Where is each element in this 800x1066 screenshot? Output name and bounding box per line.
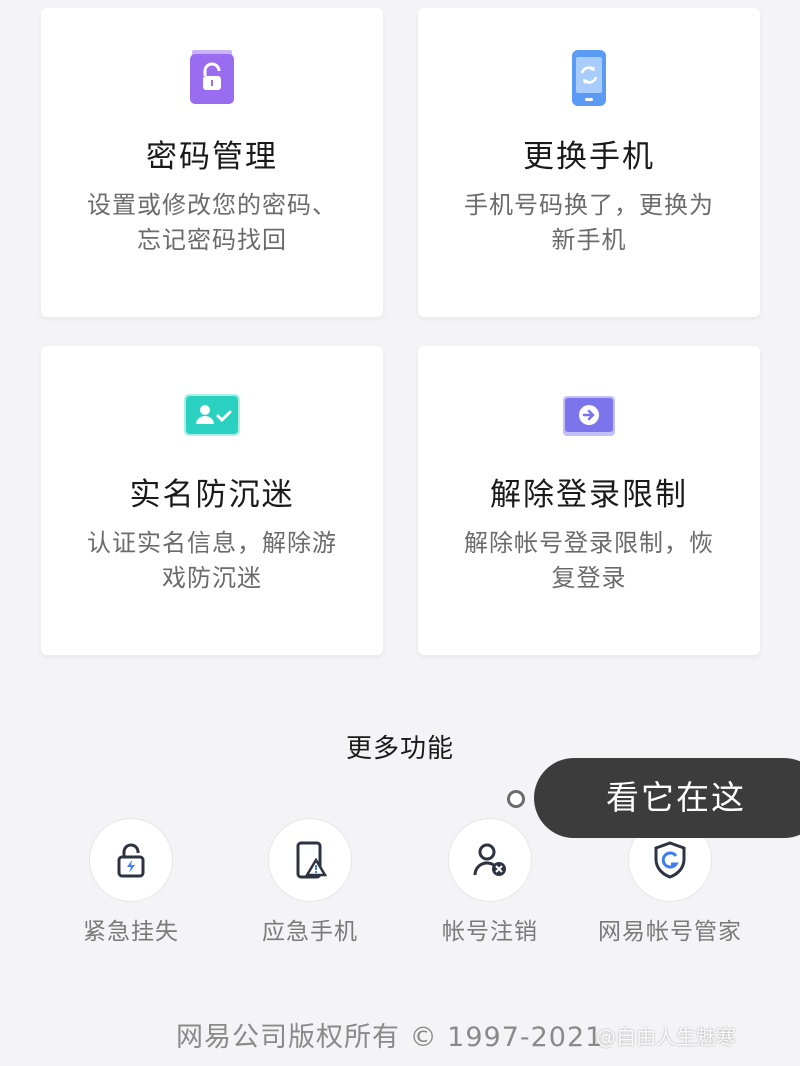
card-password-management[interactable]: 密码管理 设置或修改您的密码、 忘记密码找回 [41,8,383,317]
card-desc-line: 设置或修改您的密码、 [87,191,337,219]
feature-emergency-lost[interactable]: 紧急挂失 [41,818,221,946]
arrow-circle-icon [559,386,619,446]
lock-bolt-icon [117,843,145,878]
card-title: 密码管理 [146,139,278,175]
phone-warning-icon [296,841,328,879]
card-desc-line: 解除帐号登录限制，恢 [464,529,714,557]
card-title: 更换手机 [523,139,655,175]
watermark: @自由人生魅寒 [596,1025,736,1049]
tooltip-bubble: 看它在这 [534,758,800,838]
card-change-phone[interactable]: 更换手机 手机号码换了，更换为 新手机 [418,8,760,317]
shield-g-icon [654,841,686,879]
card-unlock-login-restriction[interactable]: 解除登录限制 解除帐号登录限制，恢 复登录 [418,346,760,655]
phone-refresh-icon [559,48,619,108]
lock-clipboard-icon [182,48,242,108]
feature-label: 应急手机 [262,919,358,945]
card-description: 解除帐号登录限制，恢 复登录 [444,526,734,596]
card-title: 实名防沉迷 [129,477,295,513]
feature-icon-circle [89,818,173,902]
footer-copyright: 网易公司版权所有 © 1997-2021 [176,1022,604,1053]
id-card-check-icon [182,386,242,446]
card-realname-anti-addiction[interactable]: 实名防沉迷 认证实名信息，解除游 戏防沉迷 [41,346,383,655]
feature-account-cancel[interactable]: 帐号注销 [400,818,580,946]
feature-label: 网易帐号管家 [598,919,742,945]
feature-label: 帐号注销 [442,919,538,945]
card-desc-line: 手机号码换了，更换为 [464,191,714,219]
card-desc-line: 忘记密码找回 [137,226,287,254]
card-description: 手机号码换了，更换为 新手机 [444,188,734,258]
user-remove-icon [473,843,506,876]
page: 密码管理 设置或修改您的密码、 忘记密码找回 更换手机 手机号码换了，更换为 新… [0,0,800,1066]
card-description: 认证实名信息，解除游 戏防沉迷 [67,526,357,596]
card-desc-line: 新手机 [551,226,627,254]
card-title: 解除登录限制 [490,477,688,513]
feature-label: 紧急挂失 [83,919,179,945]
tooltip-pointer-dot [507,790,525,808]
feature-icon-circle [448,818,532,902]
feature-emergency-phone[interactable]: 应急手机 [220,818,400,946]
card-desc-line: 认证实名信息，解除游 [87,529,337,557]
feature-icon-circle [268,818,352,902]
card-description: 设置或修改您的密码、 忘记密码找回 [67,188,357,258]
card-desc-line: 复登录 [551,564,627,592]
card-desc-line: 戏防沉迷 [162,564,262,592]
